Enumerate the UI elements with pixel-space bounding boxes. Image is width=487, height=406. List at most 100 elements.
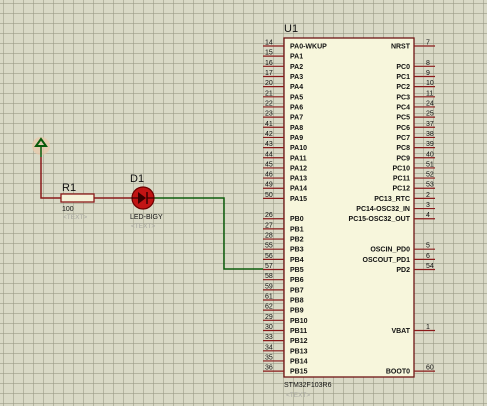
pin-name: PB3	[290, 247, 304, 254]
pin-name: PC8	[396, 145, 410, 152]
pin-name: PB1	[290, 226, 304, 233]
pin-number: 21	[265, 90, 273, 97]
pin-name: PA8	[290, 125, 303, 132]
pin-number: 39	[426, 141, 434, 148]
pin-number: 51	[426, 161, 434, 168]
pin-number: 53	[426, 182, 434, 189]
pin-name: PC6	[396, 125, 410, 132]
pin-number: 59	[265, 283, 273, 290]
pin-name: PB9	[290, 308, 304, 315]
led-ref: D1	[130, 173, 144, 185]
pin-name: PA7	[290, 115, 303, 122]
pin-number: 36	[265, 365, 273, 372]
pin-number: 30	[265, 324, 273, 331]
chip-text-placeholder: <TEXT>	[286, 392, 310, 399]
pin-number: 41	[265, 121, 273, 128]
pin-number: 23	[265, 111, 273, 118]
pin-number: 6	[426, 253, 430, 260]
pin-number: 61	[265, 294, 273, 301]
pin-name: PB14	[290, 358, 308, 365]
pin-name: PA3	[290, 74, 303, 81]
pin-number: 40	[426, 151, 434, 158]
pin-number: 24	[426, 100, 434, 107]
pin-number: 20	[265, 80, 273, 87]
led-d1[interactable]: D1 LED-BIGY <TEXT>	[130, 173, 163, 230]
pin-number: 29	[265, 314, 273, 321]
pin-name: PA0-WKUP	[290, 44, 327, 51]
pin-number: 58	[265, 273, 273, 280]
pin-number: 1	[426, 324, 430, 331]
wire-led-to-pb5[interactable]	[154, 197, 263, 270]
pin-name: PD2	[396, 267, 410, 274]
pin-number: 35	[265, 354, 273, 361]
pin-name: PB5	[290, 267, 304, 274]
pin-number: 54	[426, 263, 434, 270]
pin-name: PC0	[396, 64, 410, 71]
pin-name: PC9	[396, 155, 410, 162]
pin-name: PC1	[396, 74, 410, 81]
pin-name: PB6	[290, 277, 304, 284]
pin-number: 55	[265, 243, 273, 250]
pin-name: PA4	[290, 84, 303, 91]
pin-name: PB0	[290, 216, 304, 223]
pin-number: 26	[265, 212, 273, 219]
pin-name: PA5	[290, 94, 303, 101]
pin-name: PC10	[392, 165, 410, 172]
pin-name: BOOT0	[386, 369, 410, 376]
pin-name: PA6	[290, 104, 303, 111]
pin-name: PA14	[290, 186, 307, 193]
pin-name: PA9	[290, 135, 303, 142]
pin-number: 10	[426, 80, 434, 87]
pin-name: VBAT	[391, 328, 410, 335]
led-value: LED-BIGY	[130, 214, 163, 221]
pin-number: 33	[265, 334, 273, 341]
pin-number: 2	[426, 192, 430, 199]
pin-name: PA1	[290, 54, 303, 61]
pin-name: PA2	[290, 64, 303, 71]
pin-number: 17	[265, 70, 273, 77]
pin-number: 8	[426, 60, 430, 67]
pin-number: 28	[265, 233, 273, 240]
pin-number: 62	[265, 304, 273, 311]
wires	[40, 157, 263, 270]
pin-name: PB8	[290, 298, 304, 305]
pin-number: 5	[426, 243, 430, 250]
pin-name: PB4	[290, 257, 304, 264]
pin-name: PC12	[392, 186, 410, 193]
pin-name: OSCOUT_PD1	[363, 257, 411, 264]
pin-name: PA12	[290, 165, 307, 172]
pin-number: 60	[426, 365, 434, 372]
pin-name: PB10	[290, 318, 308, 325]
power-terminal[interactable]	[32, 137, 50, 157]
resistor-r1[interactable]: R1 100 <TEXT>	[60, 182, 95, 221]
pin-name: PC15-OSC32_OUT	[349, 216, 411, 223]
pin-name: PC11	[393, 176, 410, 183]
pin-name: PA15	[290, 196, 307, 203]
pin-name: PB11	[290, 328, 307, 335]
schematic-canvas[interactable]: R1 100 <TEXT> D1 LED-BIGY <TEXT> U1 1 4 PA…	[0, 0, 487, 406]
pin-name: PB2	[290, 237, 304, 244]
pin-name: PC4	[396, 104, 410, 111]
chip-part-number: STM32F103R6	[284, 382, 332, 389]
pin-name: PB13	[290, 348, 308, 355]
pin-name: OSCIN_PD0	[370, 247, 410, 254]
pin-number: 52	[426, 172, 434, 179]
chip-ref: U1	[284, 23, 298, 35]
pin-number: 38	[426, 131, 434, 138]
pin-number: 46	[265, 172, 273, 179]
pin-number: 49	[265, 182, 273, 189]
pin-number: 16	[265, 60, 273, 67]
pin-number: 15	[265, 50, 273, 57]
pin-name: PC7	[396, 135, 410, 142]
pin-number: 57	[265, 263, 273, 270]
pin-number: 4	[426, 212, 430, 219]
wire-power-to-r1[interactable]	[40, 157, 61, 199]
pin-number: 3	[426, 202, 430, 209]
resistor-icon	[60, 193, 95, 203]
resistor-ref: R1	[62, 182, 76, 194]
pin-number: 25	[426, 111, 434, 118]
pin-name: PC14-OSC32_IN	[356, 206, 410, 213]
pin-number: 7	[426, 40, 430, 47]
chip-u1[interactable]: U1 1 4 PA0-WKUP 15 PA1 16 PA2 17 PA3 20 PA4 21 PA5 2 2…	[263, 23, 435, 399]
pin-number: 27	[265, 222, 273, 229]
